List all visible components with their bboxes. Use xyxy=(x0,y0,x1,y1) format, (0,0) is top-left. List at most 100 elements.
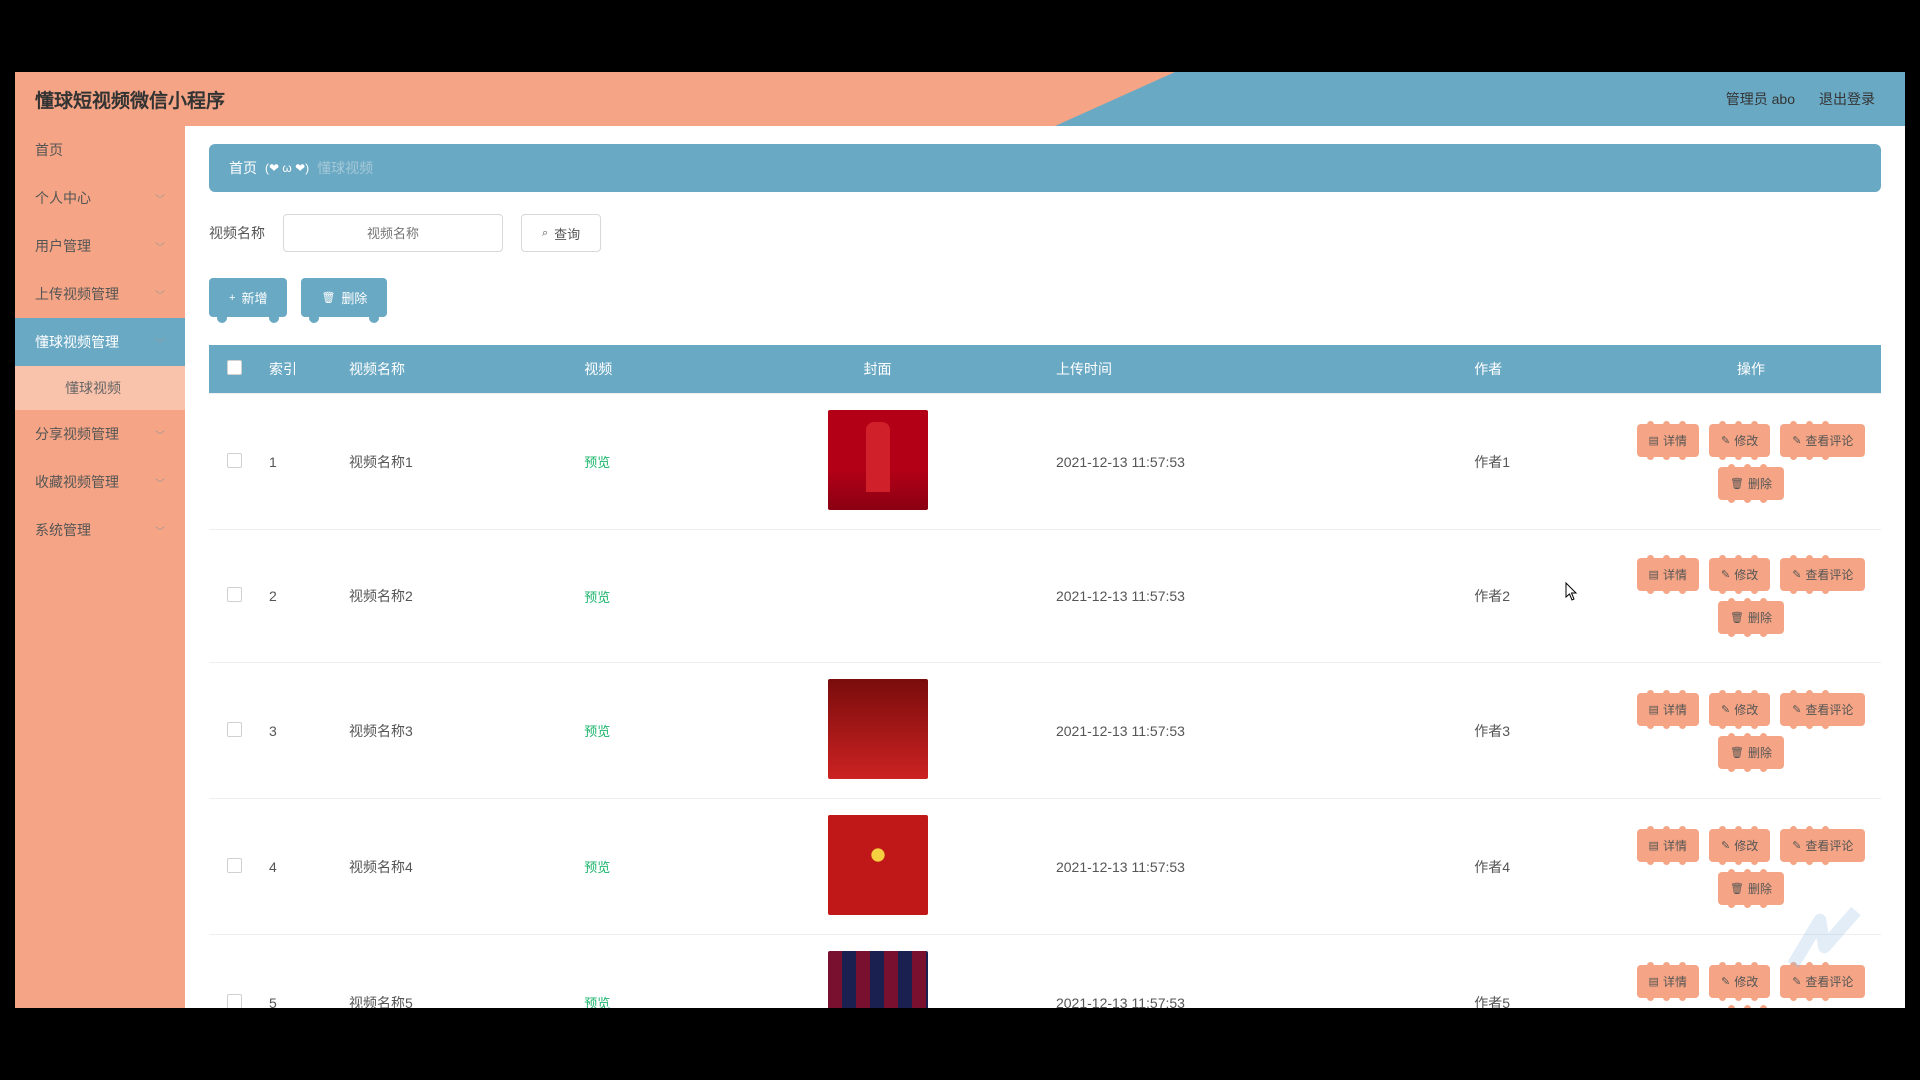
edit-icon: ✎ xyxy=(1721,568,1730,581)
detail-button[interactable]: ▤详情 xyxy=(1637,829,1699,862)
chevron-down-icon: ﹀ xyxy=(155,239,165,254)
detail-icon: ▤ xyxy=(1649,434,1659,447)
cell-upload-time: 2021-12-13 11:57:53 xyxy=(1046,935,1464,1009)
preview-link[interactable]: 预览 xyxy=(584,455,610,470)
sidebar-item-1[interactable]: 个人中心﹀ xyxy=(15,174,185,222)
batch-delete-button[interactable]: 🗑 删除 xyxy=(301,278,387,317)
edit-button[interactable]: ✎修改 xyxy=(1709,693,1770,726)
sidebar-item-6[interactable]: 收藏视频管理﹀ xyxy=(15,458,185,506)
cell-index: 5 xyxy=(259,935,339,1009)
preview-link[interactable]: 预览 xyxy=(584,996,610,1008)
cell-upload-time: 2021-12-13 11:57:53 xyxy=(1046,530,1464,663)
cover-thumbnail[interactable] xyxy=(719,546,819,646)
video-table: 索引 视频名称 视频 封面 上传时间 作者 操作 1视频名称1预览2021-12… xyxy=(209,345,1881,1008)
breadcrumb-home[interactable]: 首页 xyxy=(229,158,257,178)
comments-button[interactable]: ✎查看评论 xyxy=(1780,829,1865,862)
cell-author: 作者4 xyxy=(1464,799,1621,935)
cover-thumbnail[interactable] xyxy=(828,410,928,510)
row-checkbox[interactable] xyxy=(227,587,242,602)
comment-icon: ✎ xyxy=(1792,975,1801,988)
comment-icon: ✎ xyxy=(1792,568,1801,581)
admin-user-label[interactable]: 管理员 abo xyxy=(1726,89,1795,109)
chevron-down-icon: ﹀ xyxy=(155,191,165,206)
edit-button[interactable]: ✎修改 xyxy=(1709,424,1770,457)
chevron-down-icon: ﹀ xyxy=(155,475,165,490)
add-button-label: 新增 xyxy=(241,288,267,307)
search-button[interactable]: ⌕ 查询 xyxy=(521,214,601,252)
batch-delete-button-label: 删除 xyxy=(341,288,367,307)
cell-author: 作者3 xyxy=(1464,663,1621,799)
sidebar-item-label: 系统管理 xyxy=(35,520,91,540)
comment-icon: ✎ xyxy=(1792,839,1801,852)
sidebar-item-0[interactable]: 首页 xyxy=(15,126,185,174)
select-all-checkbox[interactable] xyxy=(227,360,242,375)
trash-icon: 🗑 xyxy=(1730,611,1744,624)
detail-icon: ▤ xyxy=(1649,839,1659,852)
comments-button[interactable]: ✎查看评论 xyxy=(1780,424,1865,457)
delete-button[interactable]: 🗑删除 xyxy=(1718,467,1784,500)
search-button-label: 查询 xyxy=(554,224,580,243)
cover-thumbnail[interactable] xyxy=(828,815,928,915)
sidebar-item-label: 用户管理 xyxy=(35,236,91,256)
edit-button[interactable]: ✎修改 xyxy=(1709,558,1770,591)
edit-button[interactable]: ✎修改 xyxy=(1709,965,1770,998)
cell-index: 4 xyxy=(259,799,339,935)
delete-button[interactable]: 🗑删除 xyxy=(1718,1008,1784,1009)
sidebar-item-2[interactable]: 用户管理 ﹀ xyxy=(15,222,185,270)
cover-thumbnail[interactable] xyxy=(828,951,928,1008)
video-name-search-input[interactable] xyxy=(283,214,503,252)
preview-link[interactable]: 预览 xyxy=(584,860,610,875)
cell-name: 视频名称1 xyxy=(339,394,574,530)
sidebar-item-4[interactable]: 懂球视频管理﹀ xyxy=(15,318,185,366)
table-row: 5视频名称5预览2021-12-13 11:57:53作者5▤详情✎修改✎查看评… xyxy=(209,935,1881,1009)
add-button[interactable]: + 新增 xyxy=(209,278,287,317)
table-row: 1视频名称1预览2021-12-13 11:57:53作者1▤详情✎修改✎查看评… xyxy=(209,394,1881,530)
sidebar-item-label: 上传视频管理 xyxy=(35,284,119,304)
detail-button[interactable]: ▤详情 xyxy=(1637,558,1699,591)
col-ops: 操作 xyxy=(1621,345,1881,394)
chevron-down-icon: ﹀ xyxy=(155,427,165,442)
edit-button[interactable]: ✎修改 xyxy=(1709,829,1770,862)
sidebar-item-label: 懂球视频管理 xyxy=(35,332,119,352)
row-checkbox[interactable] xyxy=(227,858,242,873)
delete-button[interactable]: 🗑删除 xyxy=(1718,601,1784,634)
sidebar-item-3[interactable]: 上传视频管理﹀ xyxy=(15,270,185,318)
col-index: 索引 xyxy=(259,345,339,394)
table-row: 2视频名称2预览2021-12-13 11:57:53作者2▤详情✎修改✎查看评… xyxy=(209,530,1881,663)
cell-upload-time: 2021-12-13 11:57:53 xyxy=(1046,663,1464,799)
logout-link[interactable]: 退出登录 xyxy=(1819,89,1875,109)
edit-icon: ✎ xyxy=(1721,839,1730,852)
cell-index: 1 xyxy=(259,394,339,530)
search-icon: ⌕ xyxy=(542,227,548,240)
table-row: 4视频名称4预览2021-12-13 11:57:53作者4▤详情✎修改✎查看评… xyxy=(209,799,1881,935)
delete-button[interactable]: 🗑删除 xyxy=(1718,872,1784,905)
detail-button[interactable]: ▤详情 xyxy=(1637,424,1699,457)
comments-button[interactable]: ✎查看评论 xyxy=(1780,558,1865,591)
detail-icon: ▤ xyxy=(1649,568,1659,581)
trash-icon: 🗑 xyxy=(1730,882,1744,895)
row-checkbox[interactable] xyxy=(227,722,242,737)
row-checkbox[interactable] xyxy=(227,453,242,468)
sidebar-item-label: 首页 xyxy=(35,140,63,160)
trash-icon: 🗑 xyxy=(1730,477,1744,490)
cover-thumbnail[interactable] xyxy=(828,679,928,779)
detail-button[interactable]: ▤详情 xyxy=(1637,965,1699,998)
sidebar-item-5[interactable]: 分享视频管理﹀ xyxy=(15,410,185,458)
sidebar: 首页个人中心﹀用户管理﹀上传视频管理﹀懂球视频管理﹀懂球视频分享视频管理﹀收藏视… xyxy=(15,126,185,1008)
col-name: 视频名称 xyxy=(339,345,574,394)
sidebar-subitem[interactable]: 懂球视频 xyxy=(15,366,185,410)
preview-link[interactable]: 预览 xyxy=(584,590,610,605)
sidebar-item-7[interactable]: 系统管理 ﹀ xyxy=(15,506,185,554)
chevron-down-icon: ﹀ xyxy=(155,523,165,538)
comments-button[interactable]: ✎查看评论 xyxy=(1780,965,1865,998)
comments-button[interactable]: ✎查看评论 xyxy=(1780,693,1865,726)
comment-icon: ✎ xyxy=(1792,703,1801,716)
row-checkbox[interactable] xyxy=(227,994,242,1009)
delete-button[interactable]: 🗑删除 xyxy=(1718,736,1784,769)
cell-name: 视频名称4 xyxy=(339,799,574,935)
col-video: 视频 xyxy=(574,345,709,394)
detail-button[interactable]: ▤详情 xyxy=(1637,693,1699,726)
preview-link[interactable]: 预览 xyxy=(584,724,610,739)
plus-icon: + xyxy=(229,292,235,304)
cell-author: 作者1 xyxy=(1464,394,1621,530)
